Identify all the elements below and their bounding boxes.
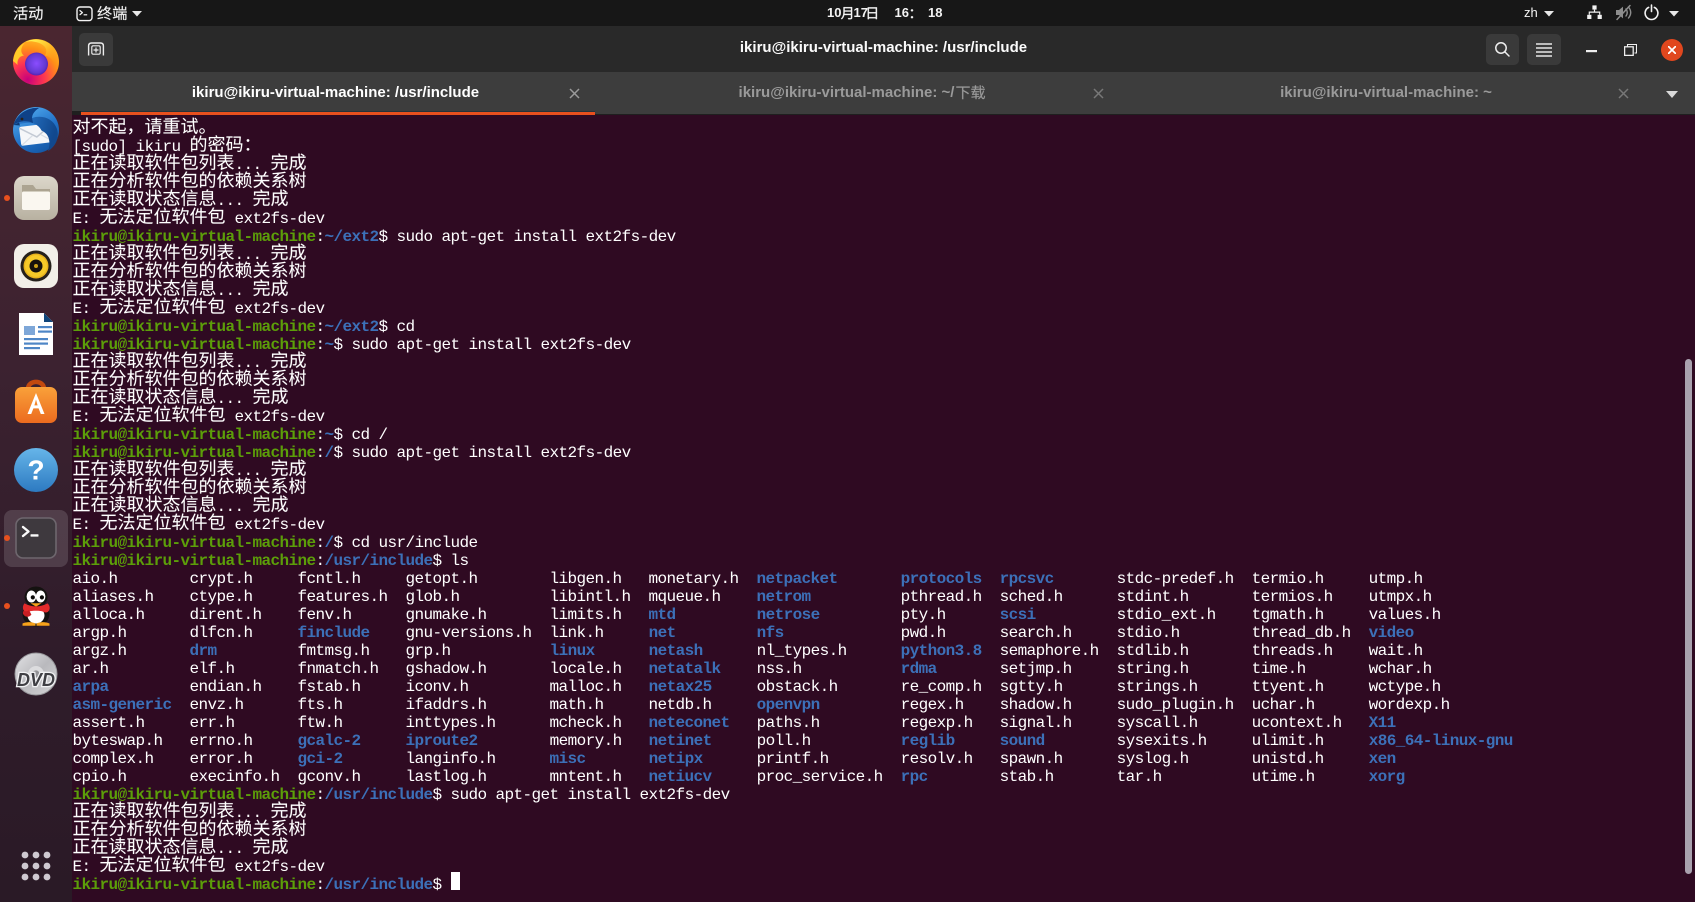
svg-text:DVD: DVD <box>17 670 55 690</box>
svg-text:?: ? <box>27 455 44 486</box>
